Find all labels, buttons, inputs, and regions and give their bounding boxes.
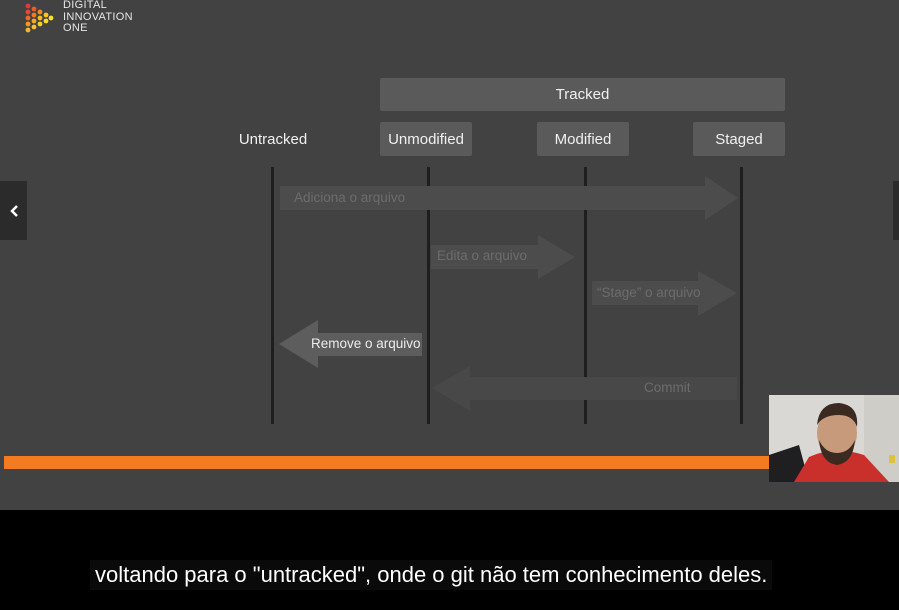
- action-commit-label: Commit: [644, 380, 691, 395]
- next-button[interactable]: [893, 181, 899, 240]
- playback-progress-bar[interactable]: [4, 456, 770, 469]
- action-add-label: Adiciona o arquivo: [294, 190, 406, 205]
- presenter-image: [769, 395, 899, 482]
- action-edit-label: Edita o arquivo: [437, 248, 528, 263]
- video-frame[interactable]: DIGITAL INNOVATION ONE Tracked Untracked…: [0, 0, 899, 510]
- arrow-commit: [432, 366, 737, 411]
- action-remove-label: Remove o arquivo: [311, 336, 421, 351]
- previous-button[interactable]: [0, 181, 27, 240]
- chevron-left-icon: [9, 204, 18, 217]
- action-stage-label: “Stage” o arquivo: [597, 285, 701, 300]
- subtitle-text: voltando para o "untracked", onde o git …: [90, 560, 773, 590]
- presenter-webcam: [769, 395, 899, 482]
